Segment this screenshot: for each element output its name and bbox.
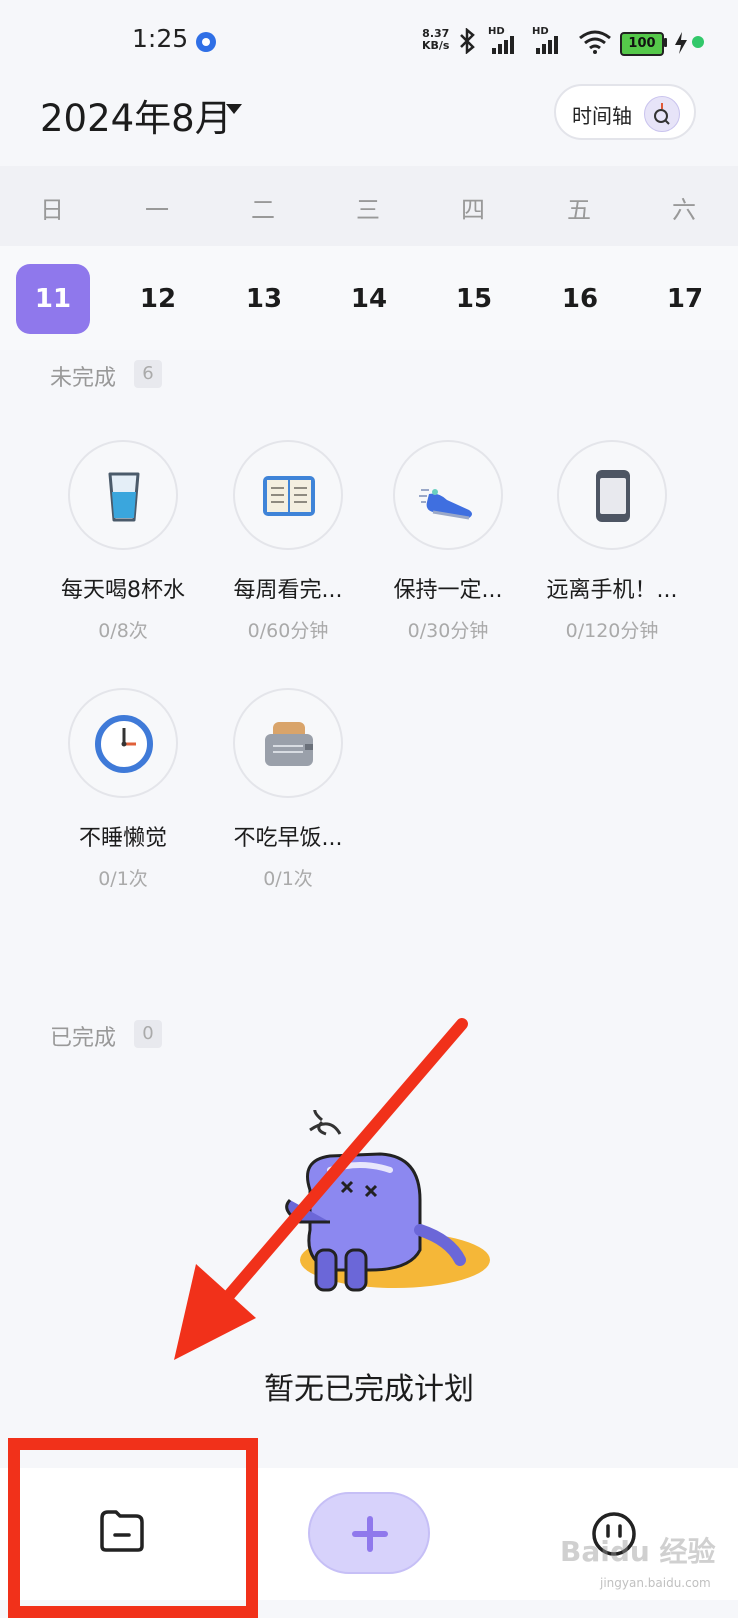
watermark-logo: Baidu 经验 bbox=[560, 1535, 716, 1568]
plus-icon bbox=[352, 1516, 388, 1552]
month-selector[interactable]: 2024年8月 bbox=[40, 88, 232, 142]
habit-progress: 0/60分钟 bbox=[247, 620, 329, 642]
date-cell[interactable]: 13 bbox=[227, 264, 301, 334]
habit-name: 每天喝8杯水 bbox=[61, 578, 185, 603]
date-cell-selected[interactable]: 11 bbox=[16, 264, 90, 334]
empty-state-illustration bbox=[285, 1110, 490, 1292]
annotation-highlight-box bbox=[8, 1438, 258, 1618]
book-icon bbox=[263, 476, 315, 516]
status-bar: 1:25 8.37 KB/s HD HD 100 bbox=[0, 0, 738, 80]
status-dot-icon bbox=[692, 36, 704, 48]
app-notification-icon bbox=[196, 32, 216, 52]
cell-signal-icon-2 bbox=[536, 36, 558, 54]
date-cell[interactable]: 17 bbox=[648, 264, 722, 334]
clock-icon bbox=[95, 715, 153, 773]
habit-name: 每周看完... bbox=[233, 578, 343, 603]
completed-section-label: 已完成 bbox=[50, 1026, 117, 1051]
habit-progress: 0/8次 bbox=[98, 620, 148, 642]
weekday-mon: 一 bbox=[145, 196, 169, 224]
habit-icon-circle bbox=[233, 440, 343, 550]
cell-signal-icon-1 bbox=[492, 36, 514, 54]
battery-cap bbox=[664, 38, 667, 47]
date-row: 11 12 13 14 15 16 17 bbox=[0, 246, 738, 350]
sneaker-icon bbox=[419, 489, 472, 520]
wifi-icon bbox=[579, 30, 611, 54]
habit-progress: 0/1次 bbox=[98, 868, 148, 890]
habit-progress: 0/1次 bbox=[263, 868, 313, 890]
date-cell[interactable]: 14 bbox=[332, 264, 406, 334]
date-cell[interactable]: 12 bbox=[121, 264, 195, 334]
battery-indicator: 100 bbox=[620, 32, 664, 56]
habit-name: 不吃早饭... bbox=[233, 826, 343, 851]
incomplete-section-label: 未完成 bbox=[50, 366, 117, 391]
completed-count-badge: 0 bbox=[134, 1020, 162, 1048]
habit-icon-circle bbox=[68, 440, 178, 550]
habit-progress: 0/120分钟 bbox=[565, 620, 659, 642]
toaster-icon bbox=[265, 722, 313, 766]
timeline-icon bbox=[644, 96, 680, 132]
weekday-sun: 日 bbox=[40, 196, 64, 224]
habit-name: 不睡懒觉 bbox=[78, 826, 167, 851]
timeline-button[interactable]: 时间轴 bbox=[554, 84, 696, 140]
weekday-fri: 五 bbox=[567, 196, 591, 224]
network-speed: 8.37 KB/s bbox=[422, 28, 449, 52]
timeline-label: 时间轴 bbox=[572, 104, 632, 128]
status-time: 1:25 bbox=[132, 24, 189, 53]
add-plan-button[interactable] bbox=[308, 1492, 430, 1574]
caret-down-icon[interactable] bbox=[226, 104, 242, 114]
habit-icon-circle bbox=[393, 440, 503, 550]
weekday-row: 日 一 二 三 四 五 六 bbox=[0, 166, 738, 246]
habit-icon-circle bbox=[68, 688, 178, 798]
incomplete-count-badge: 6 bbox=[134, 360, 162, 388]
phone-icon bbox=[596, 470, 630, 522]
weekday-sat: 六 bbox=[672, 196, 696, 224]
habit-icon-circle bbox=[233, 688, 343, 798]
empty-state-text: 暂无已完成计划 bbox=[264, 1372, 474, 1407]
habit-name: 远离手机！... bbox=[546, 578, 678, 603]
weekday-thu: 四 bbox=[461, 196, 485, 224]
weekday-tue: 二 bbox=[251, 196, 275, 224]
date-cell[interactable]: 16 bbox=[543, 264, 617, 334]
network-speed-unit: KB/s bbox=[422, 39, 450, 52]
habit-icon-circle bbox=[557, 440, 667, 550]
watermark-url: jingyan.baidu.com bbox=[600, 1576, 711, 1590]
habit-progress: 0/30分钟 bbox=[407, 620, 489, 642]
habit-name: 保持一定... bbox=[393, 578, 503, 603]
bluetooth-icon bbox=[460, 28, 475, 54]
date-cell[interactable]: 15 bbox=[437, 264, 511, 334]
charging-icon bbox=[675, 32, 687, 54]
weekday-wed: 三 bbox=[356, 196, 380, 224]
water-glass-icon bbox=[108, 472, 140, 522]
